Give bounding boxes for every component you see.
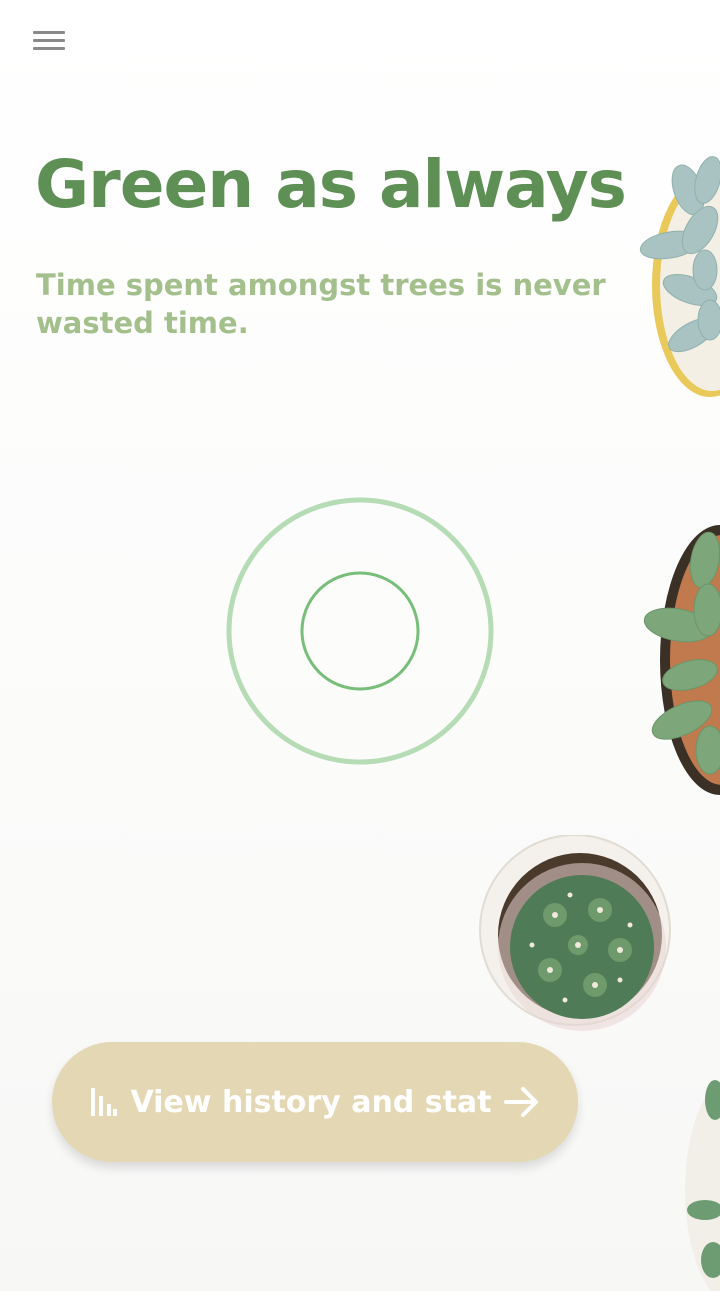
view-history-button[interactable]: View history and stat	[52, 1042, 578, 1162]
hamburger-menu-button[interactable]	[28, 24, 70, 60]
menu-icon-line	[33, 31, 65, 34]
bar-chart-icon	[91, 1088, 118, 1116]
view-history-label: View history and stat	[130, 1084, 492, 1120]
menu-icon-line	[33, 39, 65, 42]
succulent-bottom-image	[685, 1080, 720, 1291]
menu-icon-line	[33, 47, 65, 50]
succulent-top-image	[639, 156, 720, 397]
page-title: Green as always	[35, 146, 627, 223]
timer-ring-icon[interactable]	[226, 497, 494, 765]
cactus-image	[479, 835, 671, 1031]
arrow-right-icon	[503, 1087, 538, 1117]
succulent-middle-image	[643, 525, 720, 795]
app-screen: Green as always Time spent amongst trees…	[0, 0, 720, 1291]
page-subtitle: Time spent amongst trees is never wasted…	[36, 268, 606, 340]
